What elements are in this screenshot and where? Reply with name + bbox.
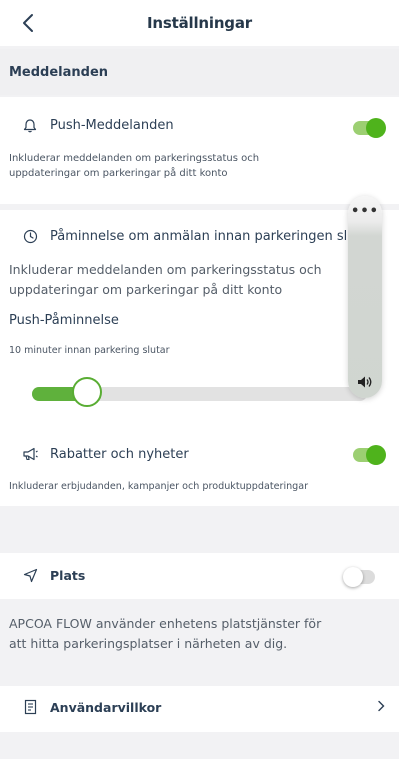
offers-description: Inkluderar erbjudanden, kampanjer och pr… [9,481,309,492]
more-options-button[interactable]: ••• [348,204,382,219]
location-info-line2: att hitta parkeringsplatser i närheten a… [9,636,288,651]
push-notifications-description-line2: uppdateringar om parkeringar på ditt kon… [9,168,228,179]
toggle-knob [366,445,386,465]
toggle-knob [366,118,386,138]
terms-card[interactable]: Användarvillkor [0,686,399,732]
volume-overlay[interactable]: ••• [348,196,382,398]
push-notifications-toggle[interactable] [353,118,386,138]
offers-card: Rabatter och nyheter Inkluderar erbjudan… [0,436,399,506]
reminder-card: Påminnelse om anmälan innan parkeringen … [0,210,399,438]
clock-icon [22,228,38,244]
reminder-label: Påminnelse om anmälan innan parkeringen … [50,228,361,244]
top-bar: Inställningar [0,0,399,46]
offers-label: Rabatter och nyheter [50,446,189,462]
location-arrow-icon [22,567,38,583]
push-notifications-row: Push-Meddelanden [22,117,174,133]
push-notifications-label: Push-Meddelanden [50,117,174,133]
push-notifications-description-line1: Inkluderar meddelanden om parkeringsstat… [9,153,260,164]
toggle-knob [343,567,363,587]
reminder-description-line1: Inkluderar meddelanden om parkeringsstat… [9,262,322,277]
terms-label: Användarvillkor [50,699,162,715]
bell-icon [22,117,38,133]
location-info-line1: APCOA FLOW använder enhetens platstjänst… [9,616,322,631]
page-title: Inställningar [147,14,252,32]
section-header-notifications: Meddelanden [0,49,399,95]
speaker-icon [354,372,376,392]
reminder-slider-thumb[interactable] [72,377,102,407]
chevron-right-icon [377,700,385,716]
reminder-description-line2: uppdateringar om parkeringar på ditt kon… [9,282,283,297]
back-button[interactable] [14,8,42,38]
push-reminder-sublabel: 10 minuter innan parkering slutar [9,345,170,356]
offers-row: Rabatter och nyheter [22,446,189,462]
reminder-row: Påminnelse om anmälan innan parkeringen … [22,228,361,244]
location-row: Plats [22,567,85,583]
offers-toggle[interactable] [353,445,386,465]
push-reminder-label: Push-Påminnelse [9,313,119,328]
location-card: Plats [0,553,399,599]
location-toggle[interactable] [343,567,375,587]
chevron-left-icon [23,14,33,32]
push-notifications-card: Push-Meddelanden Inkluderar meddelanden … [0,97,399,204]
terms-row[interactable]: Användarvillkor [22,699,161,715]
document-icon [22,699,38,715]
location-label: Plats [50,567,86,583]
megaphone-icon [22,446,38,462]
